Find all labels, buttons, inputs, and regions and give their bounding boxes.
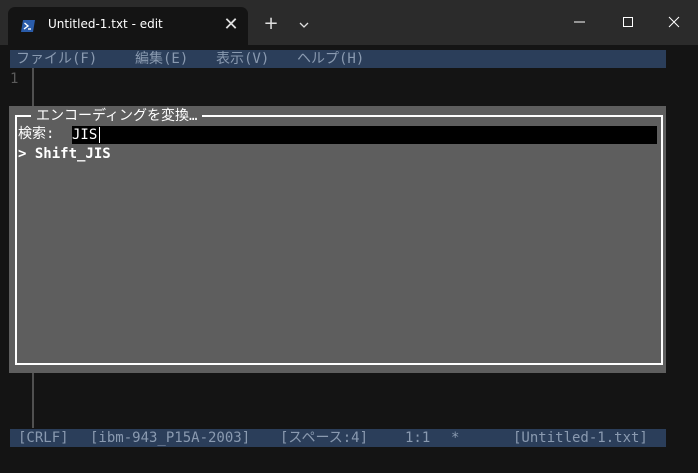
menu-bar: ファイル(F) 編集(E) 表示(V) ヘルプ(H) [10,50,666,68]
title-bar: Untitled-1.txt - edit ✕ + [0,0,698,45]
terminal-area[interactable]: ファイル(F) 編集(E) 表示(V) ヘルプ(H) 1 エンコーディングを変換… [0,45,698,473]
maximize-button[interactable] [610,8,646,36]
close-window-button[interactable] [656,8,692,36]
dialog-frame [15,115,663,365]
powershell-icon [21,20,35,32]
status-cursor-position: 1:1 [405,430,431,446]
status-line-ending[interactable]: [CRLF] [18,429,69,447]
status-modified: * [451,430,460,446]
minimize-button[interactable] [562,8,598,36]
search-label: 検索: [18,126,55,142]
new-tab-button[interactable]: + [260,14,282,36]
status-filename[interactable]: [Untitled-1.txt] [513,429,648,447]
dialog-title: エンコーディングを変換… [31,107,203,125]
close-tab-button[interactable]: ✕ [220,14,242,36]
chevron-down-icon[interactable] [295,16,313,34]
menu-view[interactable]: 表示(V) [216,50,269,68]
tab-title: Untitled-1.txt - edit [48,17,163,31]
search-input[interactable]: JIS [72,126,657,144]
status-indent[interactable]: [スペース:4] [280,429,368,447]
text-cursor [99,127,100,143]
convert-encoding-dialog: エンコーディングを変換… 検索: JIS > Shift_JIS [9,106,666,373]
status-encoding[interactable]: [ibm-943_P15A-2003] [90,429,250,447]
line-number: 1 [10,71,19,87]
terminal-tab[interactable]: Untitled-1.txt - edit ✕ [8,7,248,45]
search-input-value: JIS [72,127,98,143]
status-bar: [CRLF] [ibm-943_P15A-2003] [スペース:4] 1:1 … [10,429,666,447]
menu-edit[interactable]: 編集(E) [135,50,188,68]
menu-file[interactable]: ファイル(F) [16,50,97,68]
encoding-list-item[interactable]: > Shift_JIS [18,145,111,163]
menu-help[interactable]: ヘルプ(H) [297,50,364,68]
